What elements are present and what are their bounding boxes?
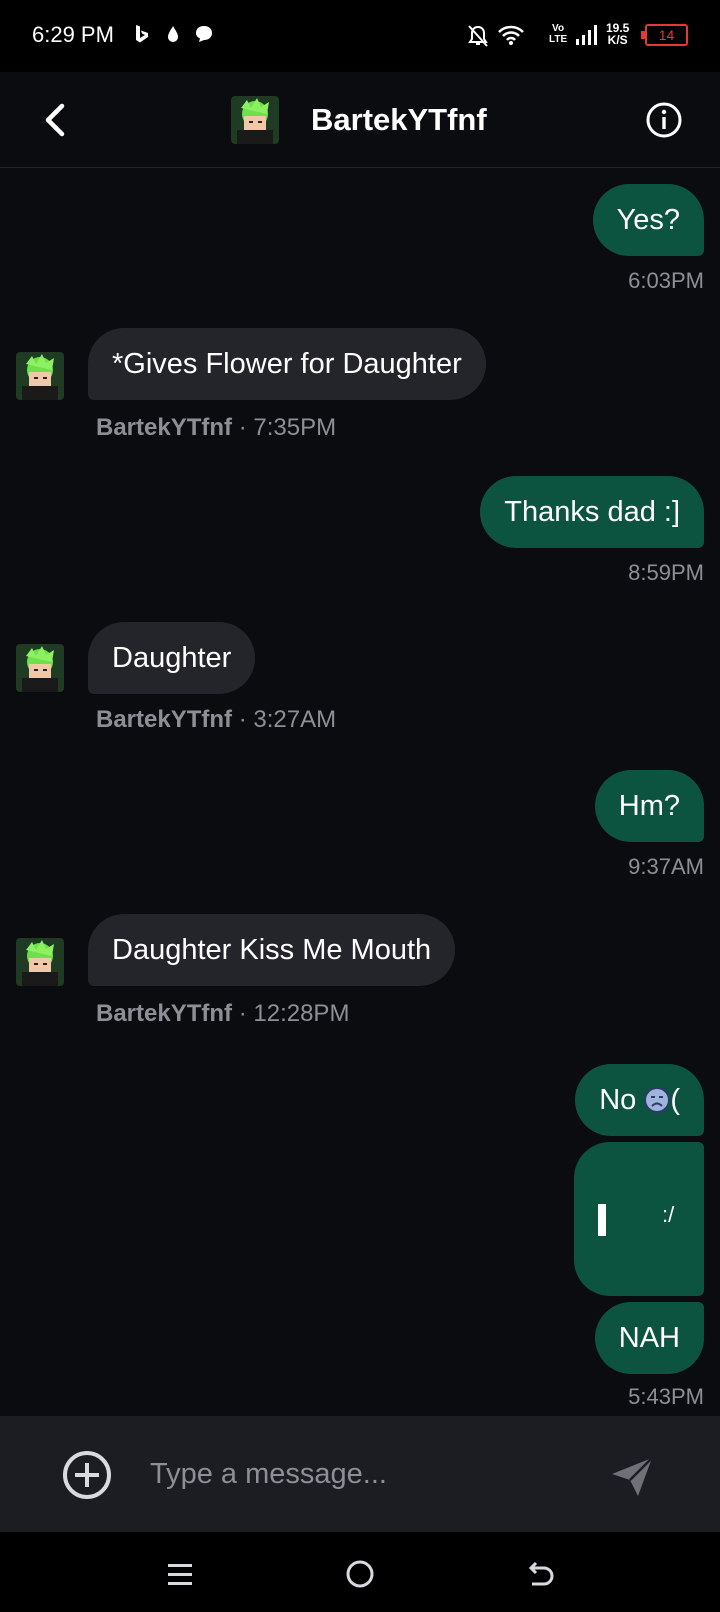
message-bubble-outgoing[interactable]: Hm?: [594, 770, 704, 842]
message-bubble-incoming[interactable]: Daughter: [88, 622, 256, 694]
info-button[interactable]: [644, 100, 684, 140]
send-button[interactable]: [608, 1452, 656, 1500]
signal-icon: [575, 24, 599, 51]
message-meta: BartekYTfnf · 12:28PM: [96, 1000, 350, 1027]
message-meta: BartekYTfnf · 3:27AM: [96, 706, 337, 733]
message-bubble-outgoing[interactable]: :/: [574, 1142, 704, 1296]
home-button[interactable]: [340, 1554, 380, 1594]
image-placeholder: [598, 1204, 606, 1236]
message-timestamp: 3:27AM: [253, 706, 337, 733]
chat-header: BartekYTfnf: [0, 72, 720, 168]
battery-indicator: 14: [641, 24, 688, 46]
message-bubble-outgoing[interactable]: Thanks dad :]: [480, 476, 704, 548]
info-icon: [646, 102, 682, 138]
avatar[interactable]: [231, 96, 279, 144]
volte-indicator: Vo LTE: [549, 23, 568, 45]
avatar[interactable]: [16, 644, 64, 692]
wifi-icon: [497, 24, 525, 51]
chat-notification-icon: [194, 24, 214, 49]
message-timestamp: 9:37AM: [628, 854, 704, 879]
menu-icon: [168, 1564, 192, 1585]
message-timestamp: 12:28PM: [253, 1000, 350, 1027]
contact-name[interactable]: BartekYTfnf: [311, 102, 487, 138]
menu-button[interactable]: [160, 1554, 200, 1594]
message-meta: BartekYTfnf · 7:35PM: [96, 414, 337, 441]
bing-icon: [134, 24, 150, 49]
notifications-off-icon: [467, 24, 489, 53]
message-input[interactable]: [150, 1452, 570, 1496]
sender-name: BartekYTfnf: [96, 414, 233, 441]
sender-name: BartekYTfnf: [96, 706, 233, 733]
message-bubble-outgoing[interactable]: No (: [575, 1064, 704, 1136]
message-bubble-outgoing[interactable]: Yes?: [592, 184, 704, 256]
sender-name: BartekYTfnf: [96, 1000, 233, 1027]
sad-emoji-icon: [644, 1068, 671, 1113]
avatar[interactable]: [16, 352, 64, 400]
message-timestamp: 6:03PM: [628, 268, 704, 293]
message-timestamp: 5:43PM: [628, 1384, 704, 1409]
send-icon: [612, 1457, 653, 1496]
message-bubble-incoming[interactable]: Daughter Kiss Me Mouth: [88, 914, 456, 986]
message-timestamp: 8:59PM: [628, 560, 704, 585]
navigation-bar: [0, 1532, 720, 1612]
network-speed: 19.5 K/S: [606, 21, 630, 47]
status-bar: 6:29 PM Vo LTE 19.5 K/S 14: [0, 0, 720, 72]
avatar[interactable]: [16, 938, 64, 986]
add-attachment-button[interactable]: [62, 1450, 112, 1500]
home-icon: [346, 1560, 374, 1588]
back-icon: [528, 1561, 554, 1586]
message-bubble-incoming[interactable]: *Gives Flower for Daughter: [88, 328, 486, 400]
message-composer: [0, 1416, 720, 1532]
plus-circle-icon: [63, 1451, 111, 1499]
system-back-button[interactable]: [520, 1554, 560, 1594]
back-button[interactable]: [34, 98, 74, 142]
message-bubble-outgoing[interactable]: NAH: [594, 1302, 704, 1374]
status-time: 6:29 PM: [32, 22, 114, 47]
chevron-left-icon: [45, 103, 65, 137]
drop-icon: [166, 24, 180, 49]
message-timestamp: 7:35PM: [253, 414, 337, 441]
